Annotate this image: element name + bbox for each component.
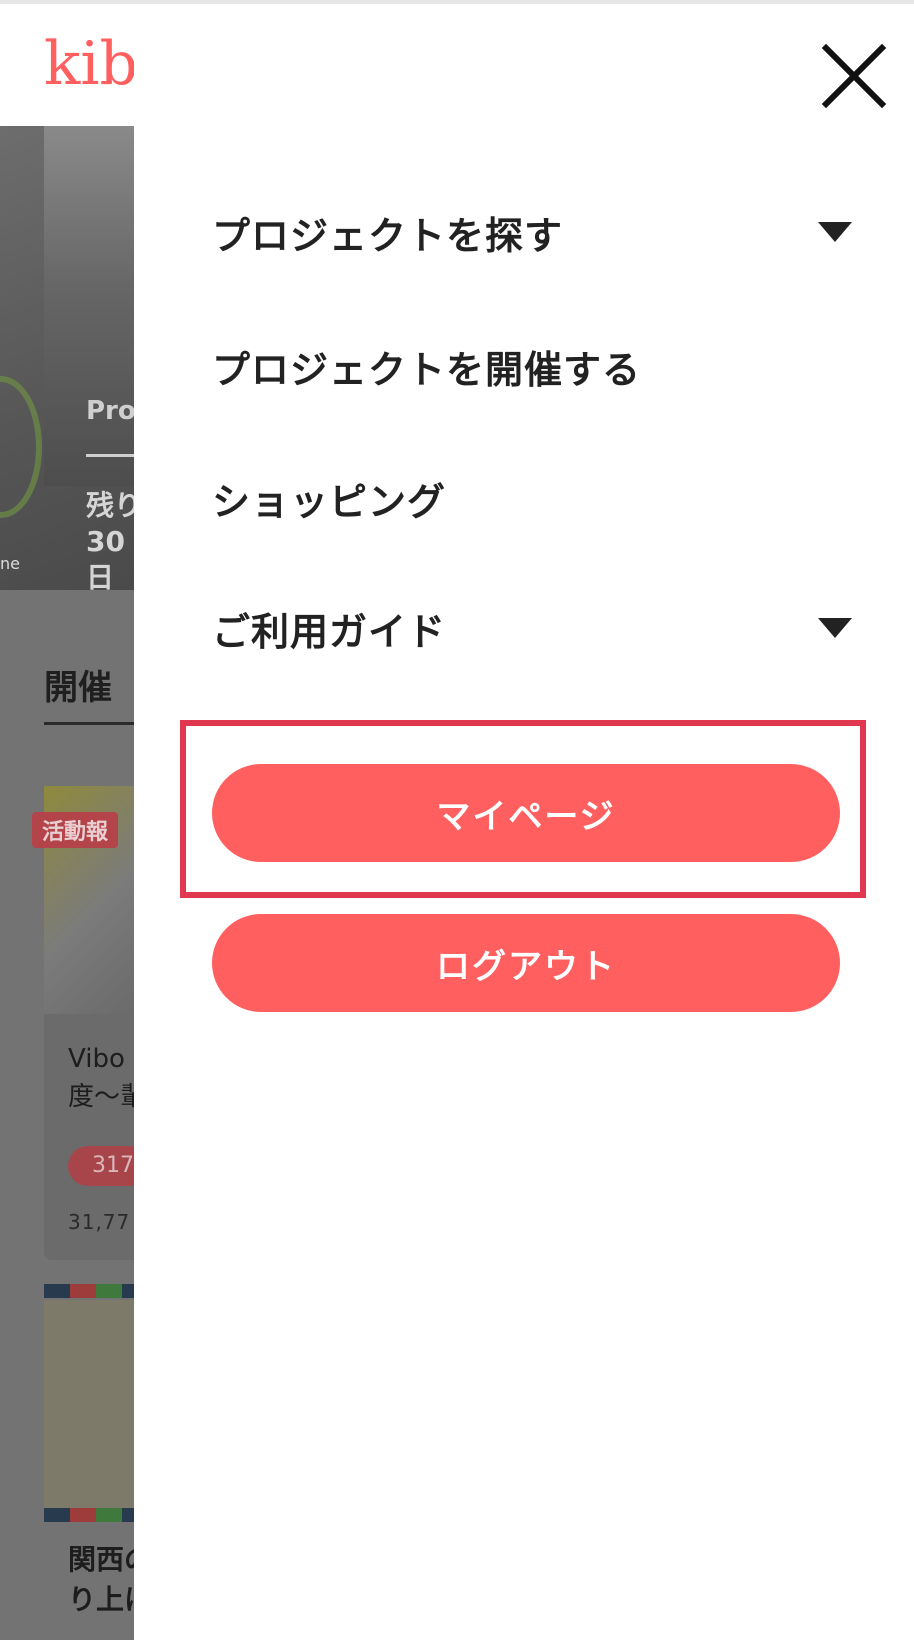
project-card — [44, 786, 134, 1260]
project-card-stripe — [44, 1508, 134, 1522]
hero-banner: Pro 残り30日 ne — [0, 126, 134, 594]
nav-drawer: プロジェクトを探す プロジェクトを開催する ショッピング ご利用ガイド マイペー… — [134, 0, 914, 1640]
activity-badge: 活動報 — [32, 812, 119, 848]
logo: kib — [44, 29, 134, 99]
mypage-button[interactable]: マイページ — [212, 764, 840, 862]
project-card-title-line: 関西の — [68, 1543, 134, 1576]
menu-item-find-projects[interactable]: プロジェクトを探す — [212, 192, 852, 272]
hero-image — [44, 126, 134, 486]
caret-down-icon — [818, 222, 852, 242]
menu-item-guide[interactable]: ご利用ガイド — [212, 588, 852, 668]
background-header: kib — [0, 0, 134, 126]
caret-down-icon — [818, 618, 852, 638]
menu-item-label: ショッピング — [212, 479, 447, 524]
hero-divider — [86, 454, 134, 457]
hero-text: 残り30日 — [86, 489, 134, 594]
project-card-title-line: 度〜輩 — [68, 1082, 134, 1112]
project-card-image — [44, 1300, 134, 1510]
menu-item-label: ご利用ガイド — [212, 609, 447, 654]
menu-item-label: プロジェクトを探す — [212, 213, 564, 258]
menu-item-host-project[interactable]: プロジェクトを開催する — [212, 326, 852, 406]
menu-item-shopping[interactable]: ショッピング — [212, 458, 852, 538]
logout-button[interactable]: ログアウト — [212, 914, 840, 1012]
hero-label: Pro — [86, 396, 134, 426]
app-screen: kib Pro 残り30日 ne 開催 活動報 Vibo 度〜輩 317 31,… — [0, 0, 914, 1640]
project-card-title: 関西の り上に — [68, 1540, 134, 1620]
hero-decoration — [0, 376, 42, 518]
background-page-overlay[interactable]: kib Pro 残り30日 ne 開催 活動報 Vibo 度〜輩 317 31,… — [0, 0, 134, 1640]
project-card-title: Vibo 度〜輩 — [68, 1040, 134, 1116]
menu-item-label: プロジェクトを開催する — [212, 347, 642, 392]
project-card-stripe — [44, 1284, 134, 1298]
close-icon — [821, 43, 887, 109]
project-card-title-line: り上に — [68, 1583, 134, 1616]
funding-amount: 31,77 — [68, 1210, 131, 1234]
hero-small-text: ne — [0, 554, 20, 573]
project-card-title-line: Vibo — [68, 1044, 125, 1074]
progress-pill: 317 — [68, 1146, 134, 1186]
section-underline — [44, 722, 134, 725]
close-button[interactable] — [816, 38, 892, 114]
section-title: 開催 — [44, 668, 112, 708]
